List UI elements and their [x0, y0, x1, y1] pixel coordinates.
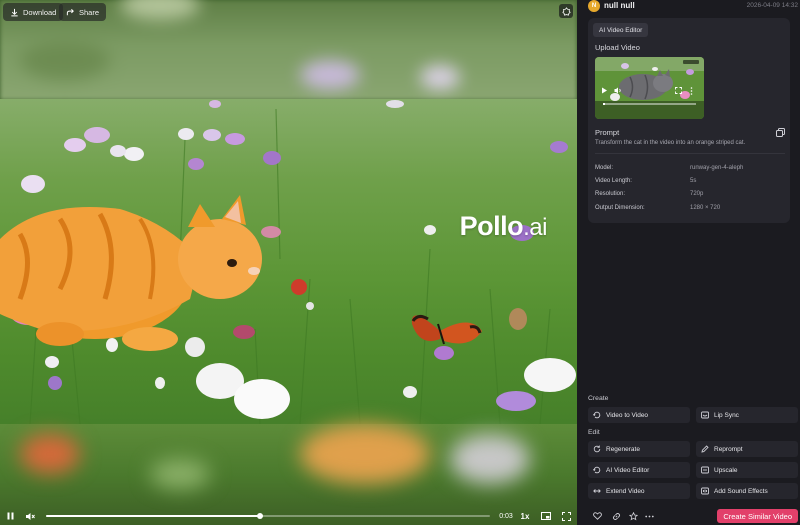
extend-video-button[interactable]: Extend Video [588, 483, 690, 499]
edit-section-label: Edit [588, 429, 600, 436]
time-display: 0:03 [499, 512, 513, 520]
badge-icon [561, 6, 571, 16]
meta-key: Output Dimension: [595, 204, 645, 211]
generation-metadata: Model: runway-gen-4-aleph Video Length: 5s… [595, 161, 785, 214]
generation-details-card: AI Video Editor Upload Video Prompt Tran… [588, 18, 790, 223]
upload-video-label: Upload Video [595, 43, 640, 52]
meta-value: 5s [690, 177, 697, 184]
regenerate-button[interactable]: Regenerate [588, 441, 690, 457]
user-row: N null null 2026-04-09 14:32 [588, 0, 798, 12]
pollo-watermark: Pollo.ai [459, 211, 548, 242]
download-icon [11, 8, 18, 16]
lip-sync-label: Lip Sync [714, 411, 739, 419]
add-sound-effects-button[interactable]: Add Sound Effects [696, 483, 798, 499]
prompt-label: Prompt [595, 128, 620, 137]
uploaded-video-thumbnail[interactable] [595, 57, 704, 119]
meta-row-output-dimension: Output Dimension: 1280 × 720 [595, 201, 785, 214]
pencil-icon [701, 445, 709, 453]
picture-in-picture-icon [540, 512, 551, 520]
meta-key: Resolution: [595, 191, 626, 198]
share-label: Share [79, 7, 100, 17]
lip-sync-icon [701, 411, 709, 419]
create-section-label: Create [588, 395, 609, 402]
upscale-icon [701, 466, 709, 474]
copy-link-button[interactable] [611, 511, 621, 521]
meta-row-model: Model: runway-gen-4-aleph [595, 161, 785, 174]
like-button[interactable] [592, 511, 602, 521]
video-frame[interactable]: Pollo.ai [0, 99, 577, 424]
link-icon [612, 512, 620, 520]
upscale-label: Upscale [714, 466, 738, 474]
upscale-button[interactable]: Upscale [696, 462, 798, 478]
ai-video-editor-button[interactable]: AI Video Editor [588, 462, 690, 478]
editor-icon [593, 466, 601, 474]
tool-chip: AI Video Editor [593, 23, 649, 37]
ai-video-editor-label: AI Video Editor [606, 466, 650, 474]
watermark-brand: Pollo [459, 211, 524, 241]
meta-key: Video Length: [595, 177, 632, 184]
progress-bar[interactable] [46, 513, 490, 519]
video-to-video-button[interactable]: Video to Video [588, 407, 690, 423]
video-scene [0, 100, 576, 424]
reprompt-button[interactable]: Reprompt [696, 441, 798, 457]
muted-speaker-icon [26, 512, 35, 520]
video-stage[interactable]: Pollo.ai Download Share 0:03 1x [0, 0, 577, 525]
avatar[interactable]: N [588, 0, 600, 12]
regenerate-label: Regenerate [606, 445, 640, 453]
thumbnail-progress-fill [603, 103, 605, 105]
star-icon [628, 511, 638, 520]
created-date: 2026-04-09 14:32 [746, 2, 798, 9]
thumbnail-scene [595, 57, 704, 119]
app-window: Pollo.ai Download Share 0:03 1x N null n… [0, 0, 800, 525]
fullscreen-button[interactable] [560, 507, 573, 525]
share-button[interactable]: Share [59, 3, 107, 21]
copy-icon[interactable] [776, 128, 785, 137]
picture-in-picture-button[interactable] [539, 507, 552, 525]
favorite-overlay-button[interactable] [559, 4, 573, 18]
create-similar-video-button[interactable]: Create Similar Video [717, 509, 798, 523]
download-label: Download [23, 7, 57, 17]
player-controls: 0:03 1x [0, 507, 577, 525]
card-divider [595, 153, 785, 154]
extend-icon [593, 489, 601, 493]
more-options-button[interactable] [644, 511, 654, 521]
more-horizontal-icon [644, 515, 654, 517]
user-name: null null [604, 1, 635, 10]
progress-fill [46, 515, 261, 517]
watermark-suffix: .ai [523, 214, 547, 241]
sound-icon [701, 487, 709, 495]
video-to-video-icon [593, 411, 601, 419]
meta-value: 1280 × 720 [690, 204, 721, 211]
meta-key: Model: [595, 164, 614, 171]
meta-row-resolution: Resolution: 720p [595, 188, 785, 201]
download-button[interactable]: Download [3, 3, 64, 21]
playback-speed-button[interactable]: 1x [518, 507, 532, 525]
meta-row-length: Video Length: 5s [595, 174, 785, 187]
prompt-text: Transform the cat in the video into an o… [595, 140, 746, 146]
fullscreen-icon [562, 511, 571, 521]
heart-icon [592, 512, 602, 520]
progress-handle[interactable] [257, 513, 264, 519]
meta-value: 720p [690, 191, 704, 198]
meta-value: runway-gen-4-aleph [690, 164, 744, 171]
panel-footer: Create Similar Video [577, 508, 800, 525]
pause-button[interactable] [4, 507, 16, 525]
thumbnail-progress-track [603, 103, 696, 105]
regenerate-icon [593, 445, 601, 453]
add-sound-effects-label: Add Sound Effects [714, 487, 768, 495]
reprompt-label: Reprompt [714, 445, 743, 453]
mute-button[interactable] [23, 507, 37, 525]
pause-icon [7, 512, 13, 520]
lip-sync-button[interactable]: Lip Sync [696, 407, 798, 423]
details-panel: N null null 2026-04-09 14:32 AI Video Ed… [577, 0, 800, 525]
favorite-button[interactable] [628, 511, 638, 521]
extend-video-label: Extend Video [606, 487, 645, 495]
share-icon [66, 8, 74, 15]
video-to-video-label: Video to Video [606, 411, 649, 419]
